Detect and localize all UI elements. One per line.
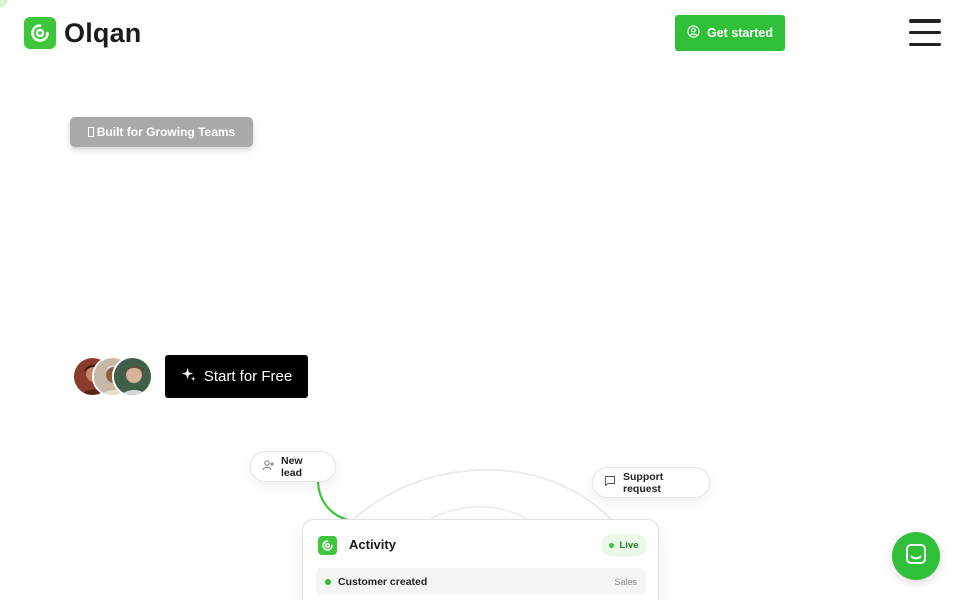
live-dot-icon: [609, 543, 615, 548]
support-request-label: Support request: [623, 470, 664, 495]
status-dot-icon: [325, 578, 331, 585]
activity-title: Activity: [349, 537, 396, 552]
missing-glyph-icon: [87, 127, 94, 137]
brand-name: Olqan: [64, 17, 142, 48]
brand-logo[interactable]: Olqan: [24, 17, 142, 49]
chat-launcher-button[interactable]: [892, 532, 940, 580]
hero-badge: Built for Growing Teams: [70, 117, 253, 147]
support-request-pill: Support request: [592, 467, 710, 498]
get-started-button[interactable]: Get started: [675, 15, 785, 51]
activity-event-row: Customer created Sales: [316, 568, 646, 595]
sparkle-icon: [181, 367, 196, 386]
start-for-free-label: Start for Free: [203, 368, 293, 385]
get-started-label: Get started: [707, 26, 773, 40]
hero-badge-label: Built for Growing Teams: [96, 125, 236, 139]
user-plus-icon: [262, 459, 274, 474]
logo-icon: [318, 536, 337, 555]
avatar: [112, 356, 153, 397]
start-for-free-button[interactable]: Start for Free: [165, 355, 308, 398]
logo-icon: [24, 17, 56, 49]
chat-icon: [904, 542, 928, 571]
event-tag: Sales: [614, 576, 637, 587]
user-circle-icon: [687, 25, 700, 41]
corner-decoration: [0, 0, 8, 8]
live-label: Live: [619, 540, 639, 551]
new-lead-label: New lead: [281, 454, 303, 479]
menu-icon[interactable]: [909, 19, 941, 46]
avatar-group: [72, 356, 154, 397]
message-icon: [604, 475, 616, 490]
new-lead-pill: New lead: [250, 451, 336, 482]
event-label: Customer created: [338, 575, 428, 588]
live-badge: Live: [601, 534, 647, 557]
activity-card: Activity Live Customer created Sales: [302, 519, 659, 600]
